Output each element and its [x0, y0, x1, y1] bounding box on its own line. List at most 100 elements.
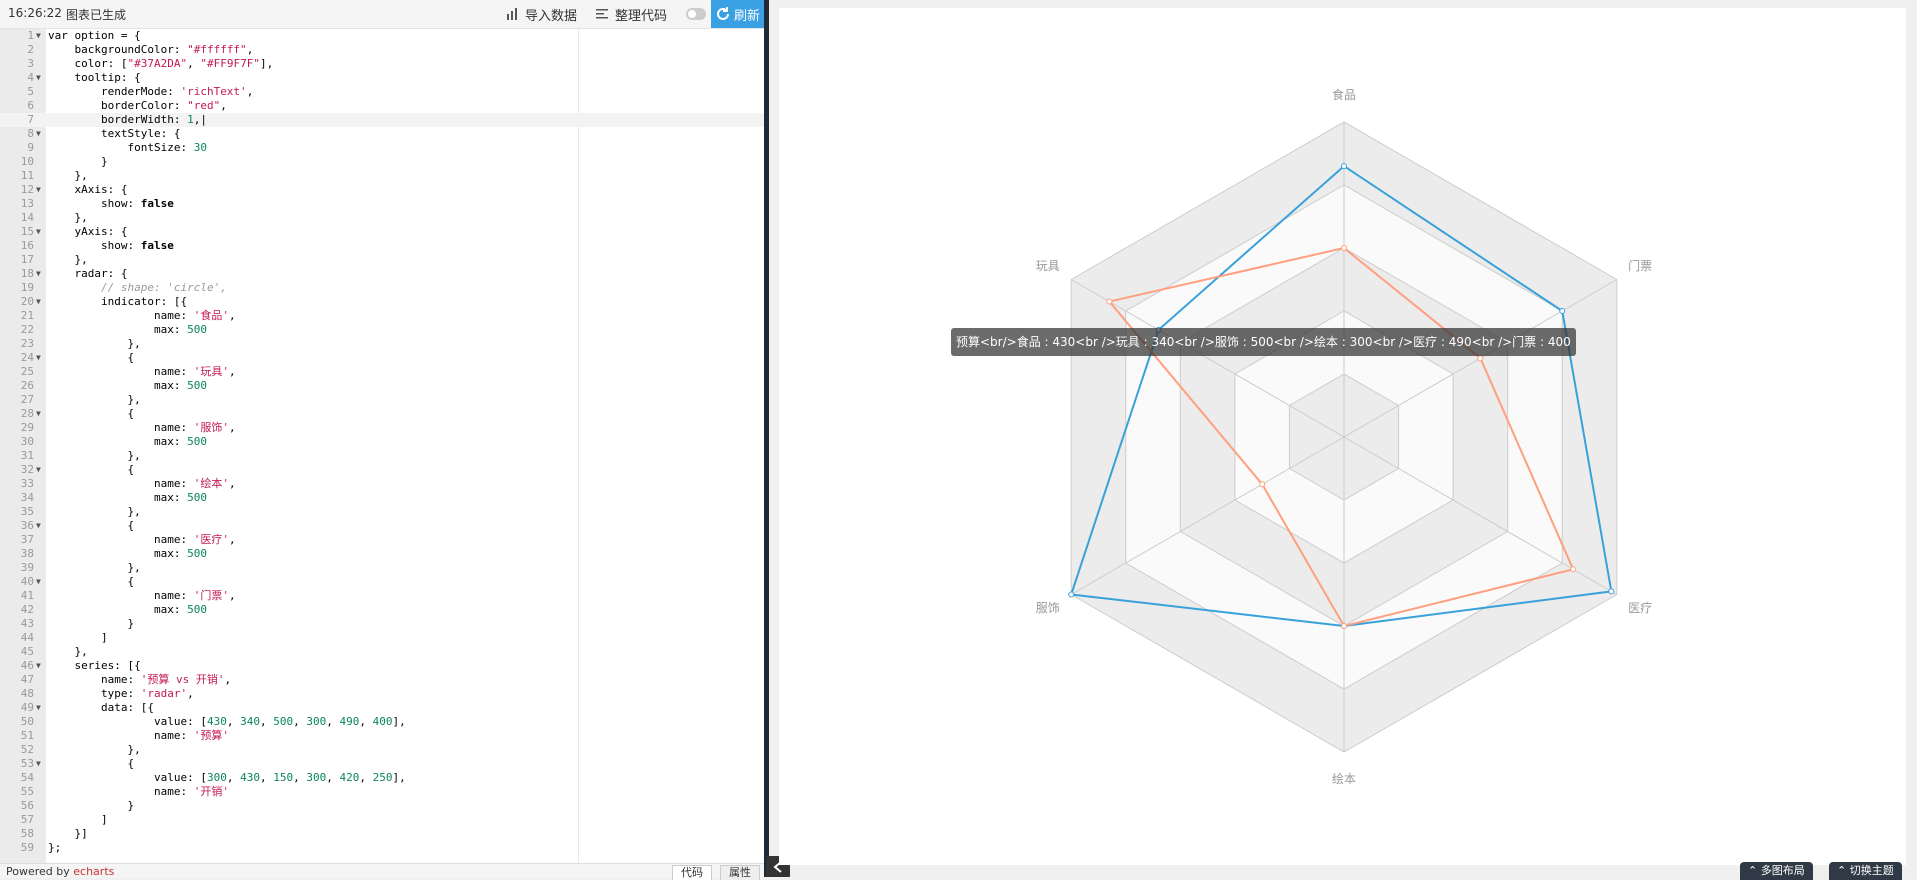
line-number: 33	[20, 477, 34, 490]
code-line: 7 borderWidth: 1,|	[0, 113, 764, 127]
line-number: 59	[20, 841, 34, 854]
code-text: ]	[48, 813, 108, 826]
line-number: 31	[20, 449, 34, 462]
align-left-icon	[596, 9, 608, 19]
code-text: name: '门票',	[48, 589, 236, 602]
code-line: 53 ▼ {	[0, 757, 764, 771]
code-text: {	[48, 519, 135, 532]
code-line: 20 ▼ indicator: [{	[0, 295, 764, 309]
line-number: 40	[20, 575, 34, 588]
code-text: name: '开销'	[48, 785, 229, 798]
code-text: show: false	[48, 197, 174, 210]
code-text: {	[48, 407, 135, 420]
code-text: },	[48, 645, 88, 658]
radar-data-point	[1570, 566, 1577, 573]
import-data-button[interactable]: 导入数据	[506, 4, 577, 24]
fold-arrow-icon[interactable]: ▼	[36, 659, 41, 673]
radar-chart[interactable]: 食品玩具服饰绘本 医疗 门票	[779, 8, 1906, 865]
code-text: max: 500	[48, 435, 207, 448]
line-number: 35	[20, 505, 34, 518]
code-line: 3 color: ["#37A2DA", "#FF9F7F"],	[0, 57, 764, 71]
fold-arrow-icon[interactable]: ▼	[36, 351, 41, 365]
code-text: }	[48, 799, 135, 812]
tab-code[interactable]: 代码	[672, 865, 712, 880]
code-text: max: 500	[48, 547, 207, 560]
code-line: 39 },	[0, 561, 764, 575]
code-editor[interactable]: 1 ▼ var option = {2 backgroundColor: "#fff…	[0, 29, 764, 863]
fold-arrow-icon[interactable]: ▼	[36, 29, 41, 43]
echarts-link[interactable]: echarts	[73, 865, 114, 878]
code-line: 34 max: 500	[0, 491, 764, 505]
radar-data-point	[1341, 163, 1347, 170]
line-number: 42	[20, 603, 34, 616]
line-number: 53	[20, 757, 34, 770]
fold-arrow-icon[interactable]: ▼	[36, 71, 41, 85]
chart-tooltip: 预算<br/>食品 : 430<br />玩具 : 340<br />服饰 : …	[951, 328, 1576, 356]
code-text: value: [430, 340, 500, 300, 490, 400],	[48, 715, 406, 728]
code-text: // shape: 'circle',	[100, 281, 227, 294]
code-text: backgroundColor: "#ffffff",	[48, 43, 254, 56]
code-line: 5 renderMode: 'richText',	[0, 85, 764, 99]
chevron-up-icon: ⌃	[1837, 864, 1850, 877]
line-number: 23	[20, 337, 34, 350]
tab-properties[interactable]: 属性	[720, 865, 760, 880]
refresh-label: 刷新	[733, 8, 760, 24]
line-number: 6	[27, 99, 34, 112]
code-line: 29 name: '服饰',	[0, 421, 764, 435]
refresh-button[interactable]: 刷新	[711, 0, 764, 28]
code-line: 43 }	[0, 617, 764, 631]
code-text: }]	[48, 827, 88, 840]
code-line: 57 ]	[0, 813, 764, 827]
fold-arrow-icon[interactable]: ▼	[36, 575, 41, 589]
code-text: },	[48, 393, 141, 406]
code-line: 1 ▼ var option = {	[0, 29, 764, 43]
fold-arrow-icon[interactable]: ▼	[36, 519, 41, 533]
code-line: 37 name: '医疗',	[0, 533, 764, 547]
fold-arrow-icon[interactable]: ▼	[36, 701, 41, 715]
line-number: 3	[27, 57, 34, 70]
code-line: 54 value: [300, 430, 150, 300, 420, 250]…	[0, 771, 764, 785]
code-line: 58 }]	[0, 827, 764, 841]
code-line: 42 max: 500	[0, 603, 764, 617]
line-number: 5	[27, 85, 34, 98]
line-number: 20	[20, 295, 34, 308]
code-line: 26 max: 500	[0, 379, 764, 393]
format-code-button[interactable]: 整理代码	[596, 4, 667, 24]
fold-arrow-icon[interactable]: ▼	[36, 127, 41, 141]
code-line: 15 ▼ yAxis: {	[0, 225, 764, 239]
multi-chart-layout-button[interactable]: ⌃ 多图布局	[1740, 862, 1813, 880]
fold-arrow-icon[interactable]: ▼	[36, 463, 41, 477]
fold-arrow-icon[interactable]: ▼	[36, 267, 41, 281]
switch-theme-button[interactable]: ⌃ 切换主题	[1829, 862, 1902, 880]
line-number: 7	[27, 113, 34, 126]
radar-indicator-label: 玩具	[1036, 259, 1060, 273]
line-number: 49	[20, 701, 34, 714]
code-text: tooltip: {	[48, 71, 141, 84]
radar-indicator-label: 食品	[1332, 87, 1356, 102]
code-text: name: '预算 vs 开销',	[48, 673, 232, 686]
line-number: 36	[20, 519, 34, 532]
code-line: 25 name: '玩具',	[0, 365, 764, 379]
chart-canvas[interactable]: 食品 玩具 服饰 绘本 医疗 门票	[779, 8, 1906, 865]
auto-run-toggle[interactable]	[686, 8, 706, 20]
fold-arrow-icon[interactable]: ▼	[36, 225, 41, 239]
fold-arrow-icon[interactable]: ▼	[36, 757, 41, 771]
fold-arrow-icon[interactable]: ▼	[36, 295, 41, 309]
code-line: 44 ]	[0, 631, 764, 645]
code-line: 19 // shape: 'circle',	[0, 281, 764, 295]
code-line: 23 },	[0, 337, 764, 351]
fold-arrow-icon[interactable]: ▼	[36, 183, 41, 197]
panel-divider[interactable]	[764, 0, 769, 877]
code-line: 55 name: '开销'	[0, 785, 764, 799]
powered-by: Powered by echarts	[6, 865, 115, 878]
code-text: },	[48, 449, 141, 462]
code-text: {	[48, 463, 135, 476]
code-text: name: '服饰',	[48, 421, 236, 434]
fold-arrow-icon[interactable]: ▼	[36, 407, 41, 421]
code-line: 47 name: '预算 vs 开销',	[0, 673, 764, 687]
code-text: xAxis: {	[48, 183, 128, 196]
code-line: 6 borderColor: "red",	[0, 99, 764, 113]
code-text: type: 'radar',	[48, 687, 194, 700]
code-line: 56 }	[0, 799, 764, 813]
line-number: 1	[27, 29, 34, 42]
